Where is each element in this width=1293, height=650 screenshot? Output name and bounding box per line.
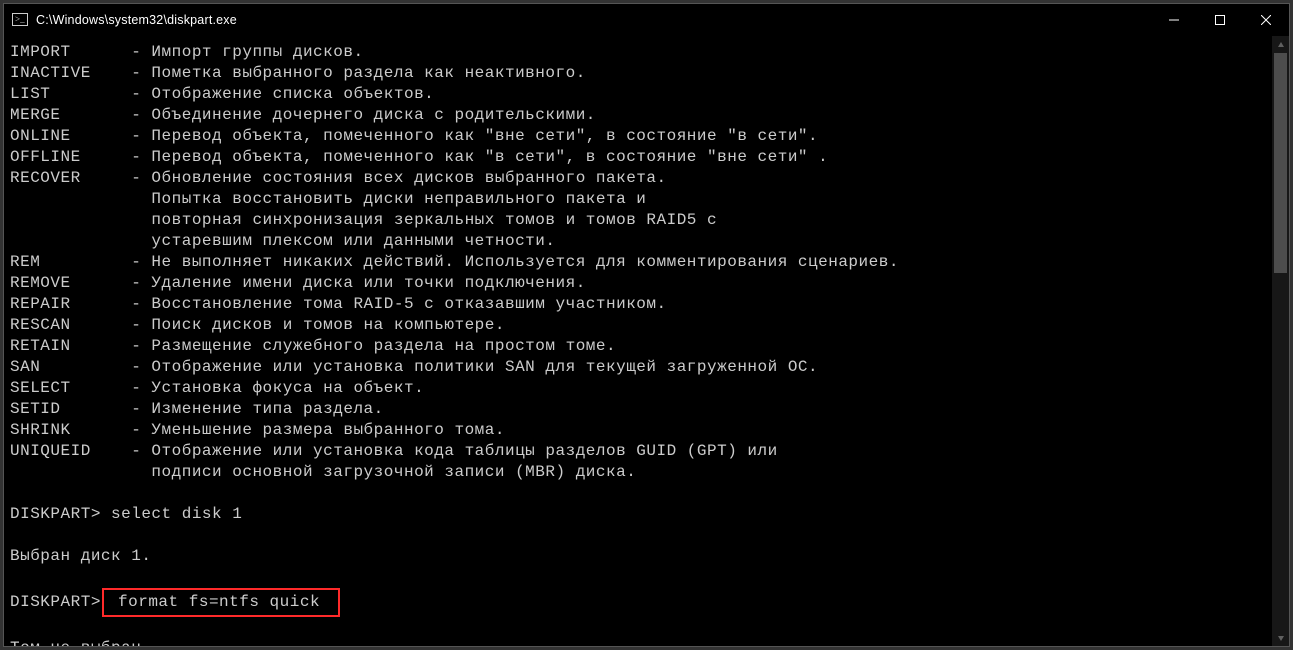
content-area: IMPORT - Импорт группы дисков.INACTIVE -…	[4, 36, 1289, 646]
help-line: REPAIR - Восстановление тома RAID-5 с от…	[10, 294, 1272, 315]
help-line: RETAIN - Размещение служебного раздела н…	[10, 336, 1272, 357]
scrollbar[interactable]	[1272, 36, 1289, 646]
partial-line: Том не выбран	[10, 638, 1272, 646]
help-line: MERGE - Объединение дочернего диска с ро…	[10, 105, 1272, 126]
blank-line	[10, 525, 1272, 546]
prompt-line-highlighted: DISKPART> format fs=ntfs quick	[10, 588, 1272, 617]
blank-line	[10, 567, 1272, 588]
help-line: SELECT - Установка фокуса на объект.	[10, 378, 1272, 399]
scroll-thumb[interactable]	[1274, 53, 1287, 273]
help-line: SHRINK - Уменьшение размера выбранного т…	[10, 420, 1272, 441]
help-line: SETID - Изменение типа раздела.	[10, 399, 1272, 420]
scroll-up-button[interactable]	[1272, 36, 1289, 53]
help-line: UNIQUEID - Отображение или установка код…	[10, 441, 1272, 462]
help-line: повторная синхронизация зеркальных томов…	[10, 210, 1272, 231]
help-line: RECOVER - Обновление состояния всех диск…	[10, 168, 1272, 189]
terminal-output[interactable]: IMPORT - Импорт группы дисков.INACTIVE -…	[4, 36, 1272, 646]
help-line: устаревшим плексом или данными четности.	[10, 231, 1272, 252]
scroll-track[interactable]	[1272, 53, 1289, 629]
help-line: OFFLINE - Перевод объекта, помеченного к…	[10, 147, 1272, 168]
prompt-text: DISKPART>	[10, 592, 101, 613]
close-button[interactable]	[1243, 4, 1289, 36]
help-line: RESCAN - Поиск дисков и томов на компьют…	[10, 315, 1272, 336]
help-line: REM - Не выполняет никаких действий. Исп…	[10, 252, 1272, 273]
diskpart-window: >_ C:\Windows\system32\diskpart.exe IMPO…	[3, 3, 1290, 647]
window-title: C:\Windows\system32\diskpart.exe	[36, 13, 237, 27]
titlebar[interactable]: >_ C:\Windows\system32\diskpart.exe	[4, 4, 1289, 36]
help-line: Попытка восстановить диски неправильного…	[10, 189, 1272, 210]
minimize-button[interactable]	[1151, 4, 1197, 36]
help-line: REMOVE - Удаление имени диска или точки …	[10, 273, 1272, 294]
titlebar-left: >_ C:\Windows\system32\diskpart.exe	[4, 12, 237, 28]
maximize-button[interactable]	[1197, 4, 1243, 36]
window-controls	[1151, 4, 1289, 36]
blank-line	[10, 617, 1272, 638]
scroll-down-button[interactable]	[1272, 629, 1289, 646]
response-line: Выбран диск 1.	[10, 546, 1272, 567]
blank-line	[10, 483, 1272, 504]
help-line: LIST - Отображение списка объектов.	[10, 84, 1272, 105]
help-line: INACTIVE - Пометка выбранного раздела ка…	[10, 63, 1272, 84]
help-line: IMPORT - Импорт группы дисков.	[10, 42, 1272, 63]
help-line: ONLINE - Перевод объекта, помеченного ка…	[10, 126, 1272, 147]
highlighted-command: format fs=ntfs quick	[102, 588, 340, 617]
help-line: SAN - Отображение или установка политики…	[10, 357, 1272, 378]
help-line: подписи основной загрузочной записи (MBR…	[10, 462, 1272, 483]
svg-text:>_: >_	[15, 14, 25, 24]
prompt-line: DISKPART> select disk 1	[10, 504, 1272, 525]
cmd-icon: >_	[12, 12, 28, 28]
